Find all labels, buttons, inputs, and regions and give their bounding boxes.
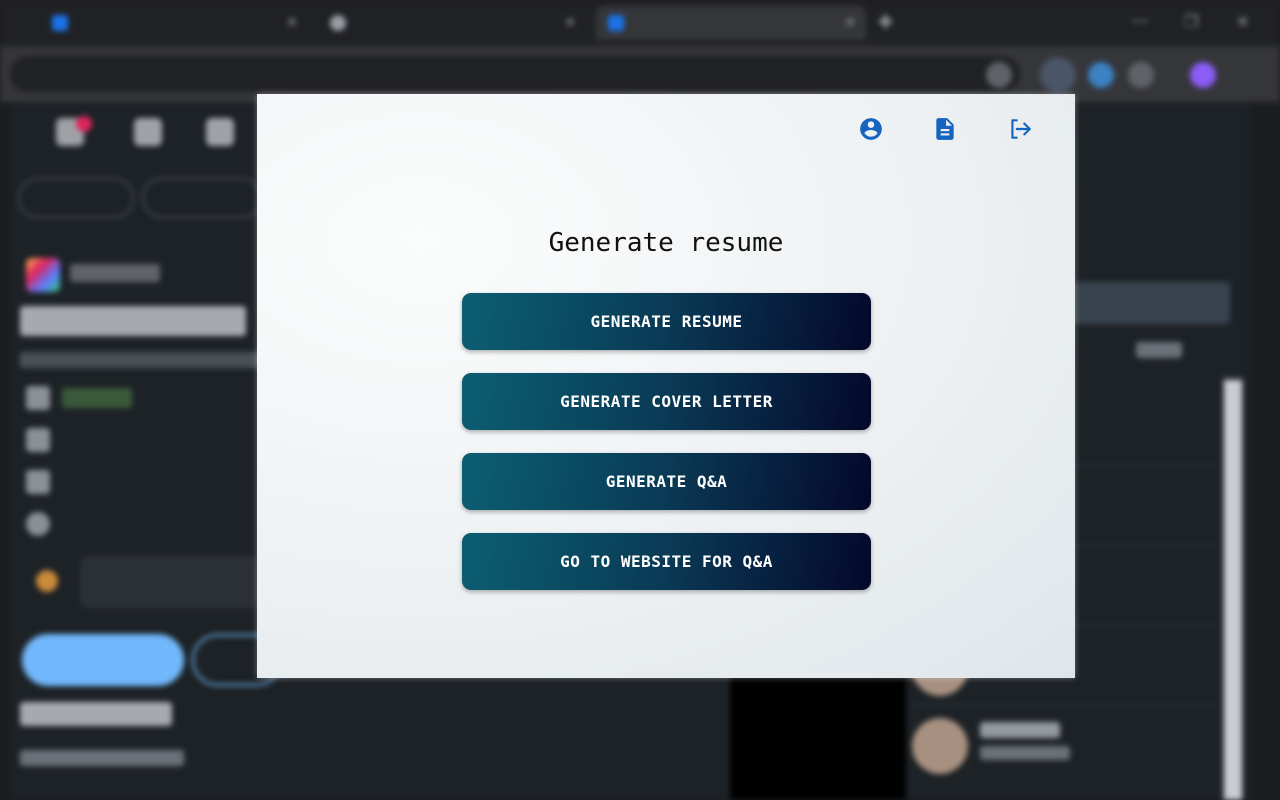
extensions-puzzle-icon [1128,62,1154,88]
messaging-tab-placeholder [1136,342,1182,358]
generate-resume-button[interactable]: GENERATE RESUME [462,293,871,350]
favicon-icon [608,15,624,31]
dark-region [730,670,906,800]
about-heading-placeholder [20,702,172,726]
browser-tab: ✕ [40,6,308,40]
document-icon[interactable] [932,116,958,142]
bookmark-icon [986,62,1012,88]
filter-pill [142,178,262,218]
messaging-search [1060,282,1230,324]
ai-suggestion-box [80,556,260,608]
extension-icon [1040,57,1076,93]
compare-icon [26,512,50,536]
company-logo [26,258,60,292]
favicon-icon [52,15,68,31]
account-circle-icon[interactable] [858,116,884,142]
maximize-icon: ❐ [1184,14,1199,31]
info-row [26,512,62,536]
generate-qa-button[interactable]: GENERATE Q&A [462,453,871,510]
jobs-icon [206,118,234,146]
favicon-icon [330,15,346,31]
job-meta-placeholder [20,352,270,368]
profile-icon [1190,62,1216,88]
company-description-placeholder [20,750,184,766]
generate-cover-letter-button[interactable]: GENERATE COVER LETTER [462,373,871,430]
page-title: Generate resume [548,228,784,258]
contact-snippet-placeholder [980,746,1070,760]
avatar [912,718,968,774]
notification-badge [76,116,92,132]
browser-tab: ✕ [318,6,586,40]
network-icon [134,118,162,146]
skills-icon [26,470,50,494]
close-window-icon: ✕ [1236,14,1250,31]
new-tab-icon: ✚ [878,12,894,32]
filter-pill [18,178,134,218]
ai-icon [36,570,58,592]
contact-name-placeholder [980,722,1060,738]
close-tab-icon: ✕ [286,14,298,30]
building-icon [26,428,50,452]
go-to-website-qa-button[interactable]: GO TO WEBSITE FOR Q&A [462,533,871,590]
close-tab-icon: ✕ [844,14,856,30]
briefcase-icon [26,386,50,410]
address-bar [10,56,1020,92]
browser-tabstrip: ✕ ✕ ✕ ✚ — ❐ ✕ [0,0,1280,46]
close-tab-icon: ✕ [564,14,576,30]
easy-apply-button [22,634,184,686]
company-name-placeholder [70,264,160,282]
remote-tag [62,388,132,408]
job-title-placeholder [20,306,246,336]
info-row [26,470,62,494]
browser-tab-active: ✕ [596,6,866,40]
logout-icon[interactable] [1007,116,1033,142]
info-row [26,386,140,410]
info-row [26,428,62,452]
minimize-icon: — [1132,12,1148,29]
extension-icon [1088,62,1114,88]
messaging-scrollbar-thumb [1224,380,1242,800]
